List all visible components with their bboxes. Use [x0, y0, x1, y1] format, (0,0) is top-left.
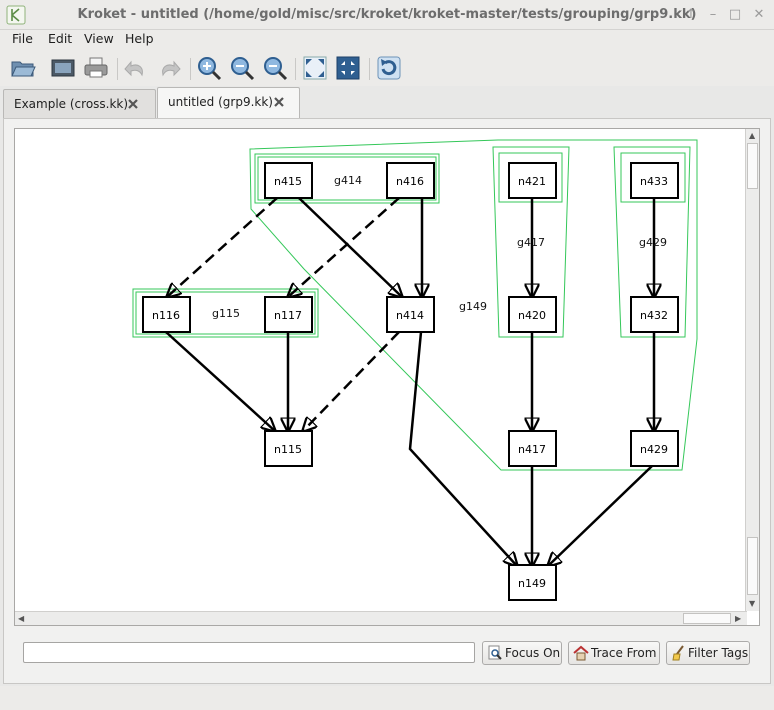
scroll-left-arrow-icon[interactable]: ◀ [18, 614, 24, 623]
trace-from-label: Trace From [591, 646, 657, 660]
edge-n429-n149 [548, 465, 653, 566]
node-n429-label: n429 [640, 443, 668, 456]
group-g429-label: g429 [639, 236, 667, 249]
node-n417-label: n417 [518, 443, 546, 456]
vertical-scroll-thumb-lower[interactable] [747, 537, 758, 595]
group-g414-label: g414 [334, 174, 362, 187]
trace-from-button[interactable]: Trace From [568, 641, 660, 665]
focus-on-label: Focus On [505, 646, 561, 660]
horizontal-scrollbar[interactable]: ◀ ▶ [15, 611, 747, 625]
vertical-scrollbar[interactable]: ▲ ▼ [745, 129, 759, 611]
zoom-out-icon[interactable] [261, 54, 289, 82]
node-n117-label: n117 [274, 309, 302, 322]
maximize-icon[interactable]: □ [728, 7, 742, 23]
title-bar: Kroket - untitled (/home/gold/misc/src/k… [0, 0, 774, 30]
focus-on-button[interactable]: Focus On [482, 641, 562, 665]
node-n433-label: n433 [640, 175, 668, 188]
tab-bar: Example (cross.kk) untitled (grp9.kk) [0, 86, 774, 119]
filter-tags-button[interactable]: Filter Tags [666, 641, 750, 665]
print-icon[interactable] [82, 54, 110, 82]
scroll-down-arrow-icon[interactable]: ▼ [749, 599, 755, 608]
minimize-icon[interactable]: – [706, 7, 720, 23]
graph-view[interactable]: n415 n416 n421 n433 n116 n117 n414 n420 … [15, 129, 747, 611]
group-g417-label: g417 [517, 236, 545, 249]
fullscreen-icon[interactable] [301, 54, 329, 82]
zoom-fit-icon[interactable] [195, 54, 223, 82]
node-n149-label: n149 [518, 577, 546, 590]
close-tab-icon[interactable] [127, 98, 139, 110]
search-input[interactable] [23, 642, 475, 663]
edge-n116-n115 [165, 331, 275, 431]
refresh-icon[interactable] [375, 54, 403, 82]
node-n420-label: n420 [518, 309, 546, 322]
redo-icon[interactable] [155, 54, 183, 82]
toolbar [0, 50, 774, 86]
tab-label: untitled (grp9.kk) [168, 95, 273, 109]
node-n416-label: n416 [396, 175, 424, 188]
magnifier-icon [488, 645, 502, 660]
toolbar-separator [117, 58, 118, 80]
node-n421-label: n421 [518, 175, 546, 188]
menu-view[interactable]: View [84, 31, 114, 46]
node-n415-label: n415 [274, 175, 302, 188]
home-icon [573, 645, 589, 661]
menu-help[interactable]: Help [125, 31, 154, 46]
zoom-in-icon[interactable] [228, 54, 256, 82]
edge-n415-n414 [298, 197, 402, 297]
toolbar-separator [190, 58, 191, 80]
fit-window-icon[interactable] [334, 54, 362, 82]
keep-above-icon[interactable]: ↑ [684, 7, 698, 23]
group-g115-label: g115 [212, 307, 240, 320]
edge-n416-n117 [288, 197, 400, 297]
graph-canvas[interactable]: n415 n416 n421 n433 n116 n117 n414 n420 … [14, 128, 760, 626]
status-bar [0, 686, 774, 710]
open-folder-icon[interactable] [9, 54, 37, 82]
undo-icon[interactable] [122, 54, 150, 82]
toolbar-separator [295, 58, 296, 80]
window-title: Kroket - untitled (/home/gold/misc/src/k… [77, 7, 697, 22]
close-window-icon[interactable]: ✕ [752, 7, 766, 23]
group-g149-label: g149 [459, 300, 487, 313]
filter-tags-label: Filter Tags [688, 646, 749, 660]
menu-edit[interactable]: Edit [48, 31, 72, 46]
tab-label: Example (cross.kk) [14, 97, 129, 111]
vertical-scroll-thumb[interactable] [747, 143, 758, 189]
node-n116-label: n116 [152, 309, 180, 322]
edge-n414-n115 [303, 331, 400, 431]
tab-untitled-grp9[interactable]: untitled (grp9.kk) [157, 87, 300, 119]
menu-file[interactable]: File [12, 31, 33, 46]
scroll-right-arrow-icon[interactable]: ▶ [735, 614, 741, 623]
horizontal-scroll-thumb[interactable] [683, 613, 731, 624]
node-n432-label: n432 [640, 309, 668, 322]
close-tab-icon[interactable] [273, 96, 285, 108]
node-n414-label: n414 [396, 309, 424, 322]
scroll-up-arrow-icon[interactable]: ▲ [749, 131, 755, 140]
menu-bar: File Edit View Help [0, 30, 774, 50]
edge-n415-n116 [167, 197, 278, 297]
toolbar-separator [369, 58, 370, 80]
node-n115-label: n115 [274, 443, 302, 456]
broom-icon [672, 645, 684, 661]
edge-n414-n149 [408, 331, 517, 566]
image-icon[interactable] [49, 54, 77, 82]
tab-example-cross[interactable]: Example (cross.kk) [3, 89, 156, 118]
